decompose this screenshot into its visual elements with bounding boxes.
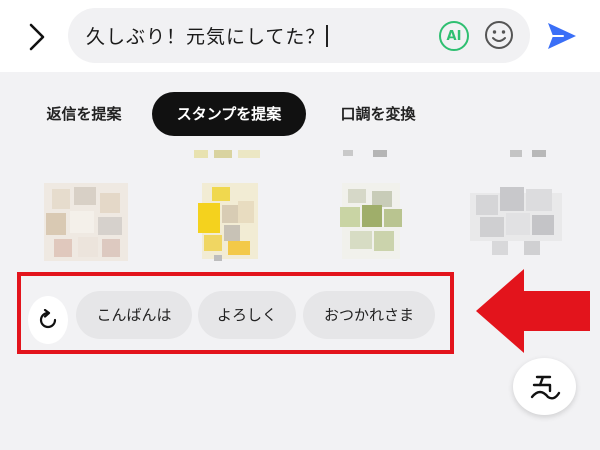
refresh-button[interactable] [28,296,68,344]
message-input-bar: 久しぶり！元気にしてた？ AI [0,0,600,72]
smiley-icon [485,21,513,49]
tab-tone-convert[interactable]: 口調を変換 [330,92,426,136]
sticker-4[interactable] [470,183,562,257]
sticker-fab-button[interactable] [513,358,576,415]
sticker-1[interactable] [44,183,128,261]
tab-reply-suggest[interactable]: 返信を提案 [36,92,132,136]
text-cursor [326,25,328,47]
chevron-right-icon [29,23,45,51]
expand-button[interactable] [22,20,52,54]
ai-button[interactable]: AI [439,21,469,51]
suggestion-chip-konbanwa[interactable]: こんばんは [76,291,192,339]
ai-icon: AI [446,28,462,44]
suggestion-chip-otsukaresama[interactable]: おつかれさま [303,291,435,339]
send-icon [548,23,576,49]
message-input-text[interactable]: 久しぶり！元気にしてた？ [86,22,328,49]
emoji-button[interactable] [484,20,514,50]
sticker-partial-3[interactable] [510,150,550,158]
sticker-partial-2[interactable] [343,150,393,158]
sticker-icon [530,375,560,400]
sticker-2[interactable] [194,183,262,263]
tab-sticker-suggest[interactable]: スタンプを提案 [152,92,306,136]
message-input[interactable]: 久しぶり！元気にしてた？ AI [68,8,530,63]
send-button[interactable] [545,20,579,52]
suggestion-chip-yoroshiku[interactable]: よろしく [198,291,296,339]
sticker-partial-1[interactable] [194,150,266,158]
refresh-icon [39,309,57,329]
sticker-3[interactable] [336,183,406,261]
left-arrow-annotation-icon [476,269,590,353]
